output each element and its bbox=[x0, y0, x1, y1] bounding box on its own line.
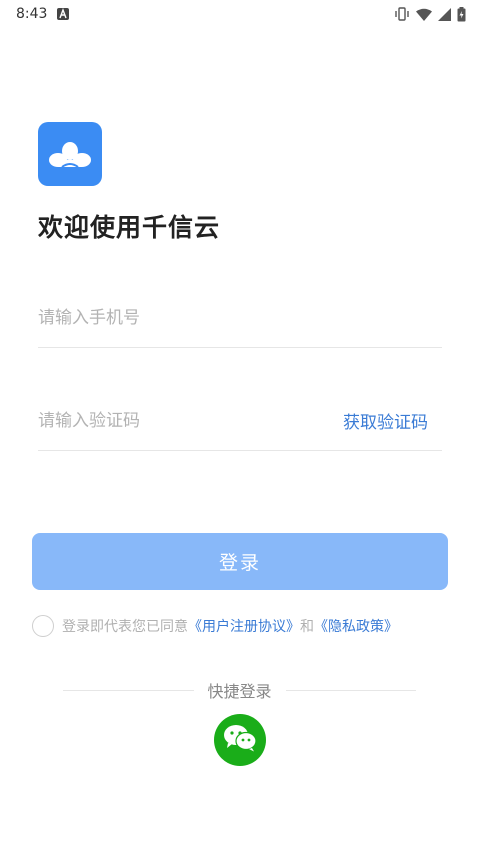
wechat-login-button[interactable] bbox=[214, 714, 266, 766]
get-code-button[interactable]: 获取验证码 bbox=[343, 408, 442, 433]
agree-checkbox[interactable] bbox=[32, 615, 54, 637]
privacy-policy-link[interactable]: 《隐私政策》 bbox=[314, 616, 398, 636]
divider-left bbox=[63, 689, 194, 691]
signal-icon bbox=[438, 7, 451, 21]
verification-code-input[interactable] bbox=[38, 391, 343, 450]
divider-right bbox=[285, 689, 417, 691]
welcome-title: 欢迎使用千信云 bbox=[38, 213, 221, 242]
agreement-joiner: 和 bbox=[300, 619, 314, 635]
battery-charging-icon bbox=[457, 6, 466, 22]
wifi-icon bbox=[416, 8, 432, 21]
login-button[interactable]: 登录 bbox=[32, 533, 448, 590]
agreement-prefix: 登录即代表您已同意 bbox=[62, 619, 188, 635]
vibrate-icon bbox=[394, 7, 410, 21]
status-time: 8:43 bbox=[16, 6, 48, 22]
user-agreement-link[interactable]: 《用户注册协议》 bbox=[188, 616, 300, 636]
login-screen: 8:43 欢迎使用千信云 请输入手机号 请输入验证码 获取验证码 登录 登录即代… bbox=[0, 0, 480, 855]
phone-field-row bbox=[38, 288, 442, 348]
notification-a-icon bbox=[57, 8, 70, 20]
phone-input[interactable] bbox=[38, 288, 442, 347]
status-bar: 8:43 bbox=[0, 0, 480, 28]
agreement-row: 登录即代表您已同意 《用户注册协议》 和 《隐私政策》 bbox=[32, 615, 398, 637]
quick-login-label: 快捷登录 bbox=[207, 682, 272, 701]
cloud-logo-icon bbox=[38, 122, 102, 186]
quick-login-divider: 快捷登录 bbox=[63, 678, 417, 702]
wechat-icon bbox=[223, 724, 257, 756]
code-field-row: 获取验证码 bbox=[38, 391, 442, 451]
